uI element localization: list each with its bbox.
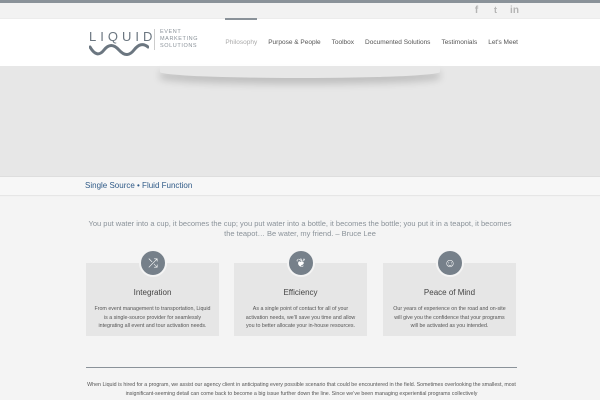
section-divider bbox=[86, 367, 517, 368]
card-title: Integration bbox=[133, 288, 172, 297]
page-title: Single Source • Fluid Function bbox=[85, 181, 193, 190]
intro-quote: You put water into a cup, it becomes the… bbox=[88, 219, 512, 238]
card-title: Efficiency bbox=[283, 288, 318, 297]
leaf-icon: ❦ bbox=[287, 249, 315, 277]
smile-icon: ☺ bbox=[436, 249, 464, 277]
facebook-icon[interactable]: f bbox=[472, 5, 481, 16]
hero-banner bbox=[0, 66, 600, 176]
wave-icon bbox=[89, 43, 149, 56]
logo-tagline: EVENT MARKETING SOLUTIONS bbox=[154, 29, 204, 50]
card-text: From event management to transportation,… bbox=[94, 306, 211, 329]
shuffle-icon: ⤮ bbox=[139, 249, 167, 277]
nav-item-testimonials[interactable]: Testimonials bbox=[441, 19, 477, 67]
card-text: Our years of experience on the road and … bbox=[393, 306, 506, 329]
linkedin-icon[interactable]: in bbox=[510, 5, 519, 16]
nav-item-documented-solutions[interactable]: Documented Solutions bbox=[365, 19, 430, 67]
card-title: Peace of Mind bbox=[423, 288, 476, 297]
nav-item-lets-meet[interactable]: Let's Meet bbox=[488, 19, 518, 67]
nav-item-toolbox[interactable]: Toolbox bbox=[332, 19, 354, 67]
nav-item-purpose-people[interactable]: Purpose & People bbox=[268, 19, 320, 67]
header-shadow bbox=[160, 66, 440, 78]
main-content: You put water into a cup, it becomes the… bbox=[0, 197, 600, 400]
site-header: LIQUID EVENT MARKETING SOLUTIONS Philoso… bbox=[0, 18, 600, 66]
top-accent-bar bbox=[0, 0, 600, 3]
logo-wordmark: LIQUID bbox=[89, 29, 157, 44]
feature-card-peace-of-mind: ☺ Peace of Mind Our years of experience … bbox=[383, 249, 516, 336]
feature-card-integration: ⤮ Integration From event management to t… bbox=[86, 249, 219, 336]
card-text: As a single point of contact for all of … bbox=[245, 306, 356, 329]
logo[interactable]: LIQUID EVENT MARKETING SOLUTIONS bbox=[89, 29, 209, 65]
nav-item-philosophy[interactable]: Philosophy bbox=[225, 18, 257, 67]
twitter-icon[interactable]: t bbox=[491, 5, 500, 16]
feature-card-efficiency: ❦ Efficiency As a single point of contac… bbox=[234, 249, 367, 336]
main-nav: Philosophy Purpose & People Toolbox Docu… bbox=[225, 18, 518, 67]
social-links: f t in bbox=[472, 5, 519, 16]
page-title-bar: Single Source • Fluid Function bbox=[0, 176, 600, 196]
body-paragraph: When Liquid is hired for a program, we a… bbox=[87, 382, 516, 397]
